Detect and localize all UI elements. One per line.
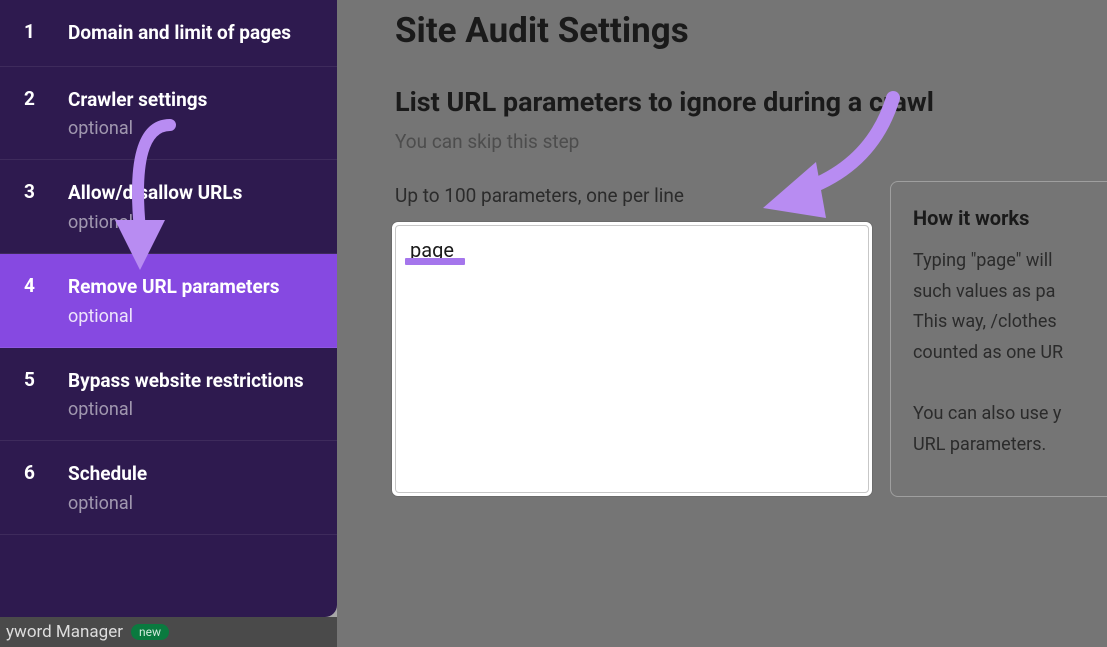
step-number: 4 (24, 274, 68, 327)
main-panel-overlay: Site Audit Settings List URL parameters … (337, 0, 1107, 647)
sidebar-item-schedule[interactable]: 6 Schedule optional (0, 441, 337, 535)
new-badge: new (131, 624, 169, 640)
settings-sidebar: 1 Domain and limit of pages 2 Crawler se… (0, 0, 337, 617)
sidebar-item-remove-url-params[interactable]: 4 Remove URL parameters optional (0, 254, 337, 348)
limit-hint: Up to 100 parameters, one per line (395, 184, 684, 207)
step-label: Schedule (68, 461, 313, 487)
step-number: 5 (24, 368, 68, 421)
highlight-underline-annotation (405, 258, 465, 265)
step-label: Domain and limit of pages (68, 20, 313, 46)
step-sublabel: optional (68, 212, 313, 233)
sidebar-item-bypass-restrictions[interactable]: 5 Bypass website restrictions optional (0, 348, 337, 442)
how-it-works-panel: How it works Typing "page" will such val… (890, 181, 1107, 497)
step-label: Crawler settings (68, 87, 313, 113)
page-title: Site Audit Settings (395, 10, 689, 51)
skip-hint: You can skip this step (395, 130, 579, 153)
step-number: 6 (24, 461, 68, 514)
bottom-nav-item[interactable]: yword Manager new (0, 617, 337, 647)
bottom-nav-label: yword Manager (6, 622, 123, 642)
step-label: Remove URL parameters (68, 274, 313, 300)
step-sublabel: optional (68, 399, 313, 420)
sidebar-item-crawler-settings[interactable]: 2 Crawler settings optional (0, 67, 337, 161)
step-label: Bypass website restrictions (68, 368, 313, 394)
url-params-textarea[interactable]: page (395, 225, 869, 493)
step-number: 3 (24, 180, 68, 233)
step-sublabel: optional (68, 493, 313, 514)
section-heading: List URL parameters to ignore during a c… (395, 86, 934, 118)
sidebar-item-domain-pages[interactable]: 1 Domain and limit of pages (0, 0, 337, 67)
step-number: 1 (24, 20, 68, 46)
step-sublabel: optional (68, 306, 313, 327)
how-it-works-body: Typing "page" will such values as pa Thi… (913, 246, 1097, 460)
how-it-works-title: How it works (913, 206, 1097, 230)
step-number: 2 (24, 87, 68, 140)
step-sublabel: optional (68, 118, 313, 139)
sidebar-item-allow-disallow[interactable]: 3 Allow/disallow URLs optional (0, 160, 337, 254)
step-label: Allow/disallow URLs (68, 180, 313, 206)
